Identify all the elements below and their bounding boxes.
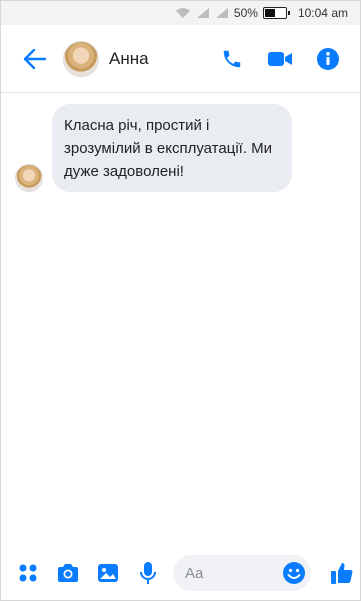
camera-button[interactable] bbox=[53, 558, 83, 588]
emoji-button[interactable] bbox=[281, 560, 307, 586]
phone-icon bbox=[223, 50, 241, 67]
sender-avatar[interactable] bbox=[15, 164, 43, 192]
signal-icon-2 bbox=[215, 8, 228, 18]
camera-icon bbox=[58, 564, 78, 582]
signal-icon bbox=[196, 8, 209, 18]
back-button[interactable] bbox=[13, 37, 57, 81]
composer-bar bbox=[1, 549, 360, 597]
like-button[interactable] bbox=[327, 558, 357, 588]
voice-message-button[interactable] bbox=[133, 558, 163, 588]
video-camera-icon bbox=[268, 51, 292, 66]
message-input[interactable] bbox=[185, 564, 281, 582]
battery-fill bbox=[264, 9, 275, 17]
back-arrow-icon bbox=[23, 48, 47, 69]
info-button[interactable] bbox=[308, 39, 348, 79]
more-apps-button[interactable] bbox=[13, 558, 43, 588]
message-bubble[interactable]: Класна річ, простий і зрозумілий в експл… bbox=[52, 104, 292, 192]
call-button[interactable] bbox=[212, 39, 252, 79]
contact-avatar[interactable] bbox=[63, 40, 99, 77]
gallery-button[interactable] bbox=[93, 558, 123, 588]
emoji-icon bbox=[283, 562, 305, 584]
message-thread[interactable]: Класна річ, простий і зрозумілий в експл… bbox=[1, 94, 360, 544]
message-input-container bbox=[173, 555, 311, 591]
apps-icon bbox=[19, 564, 37, 582]
battery-percent: 50% bbox=[233, 6, 258, 20]
thumbs-up-icon bbox=[331, 563, 353, 584]
image-icon bbox=[98, 564, 118, 582]
message-row: Класна річ, простий і зрозумілий в експл… bbox=[15, 104, 292, 192]
clock: 10:04 am bbox=[297, 6, 348, 20]
conversation-header: Анна bbox=[1, 25, 360, 93]
battery-icon bbox=[262, 7, 290, 19]
info-icon bbox=[317, 47, 339, 70]
status-bar: 50% 10:04 am bbox=[1, 1, 360, 25]
microphone-icon bbox=[140, 562, 156, 584]
wifi-icon bbox=[175, 8, 190, 18]
video-call-button[interactable] bbox=[260, 39, 300, 79]
contact-name[interactable]: Анна bbox=[109, 49, 212, 69]
